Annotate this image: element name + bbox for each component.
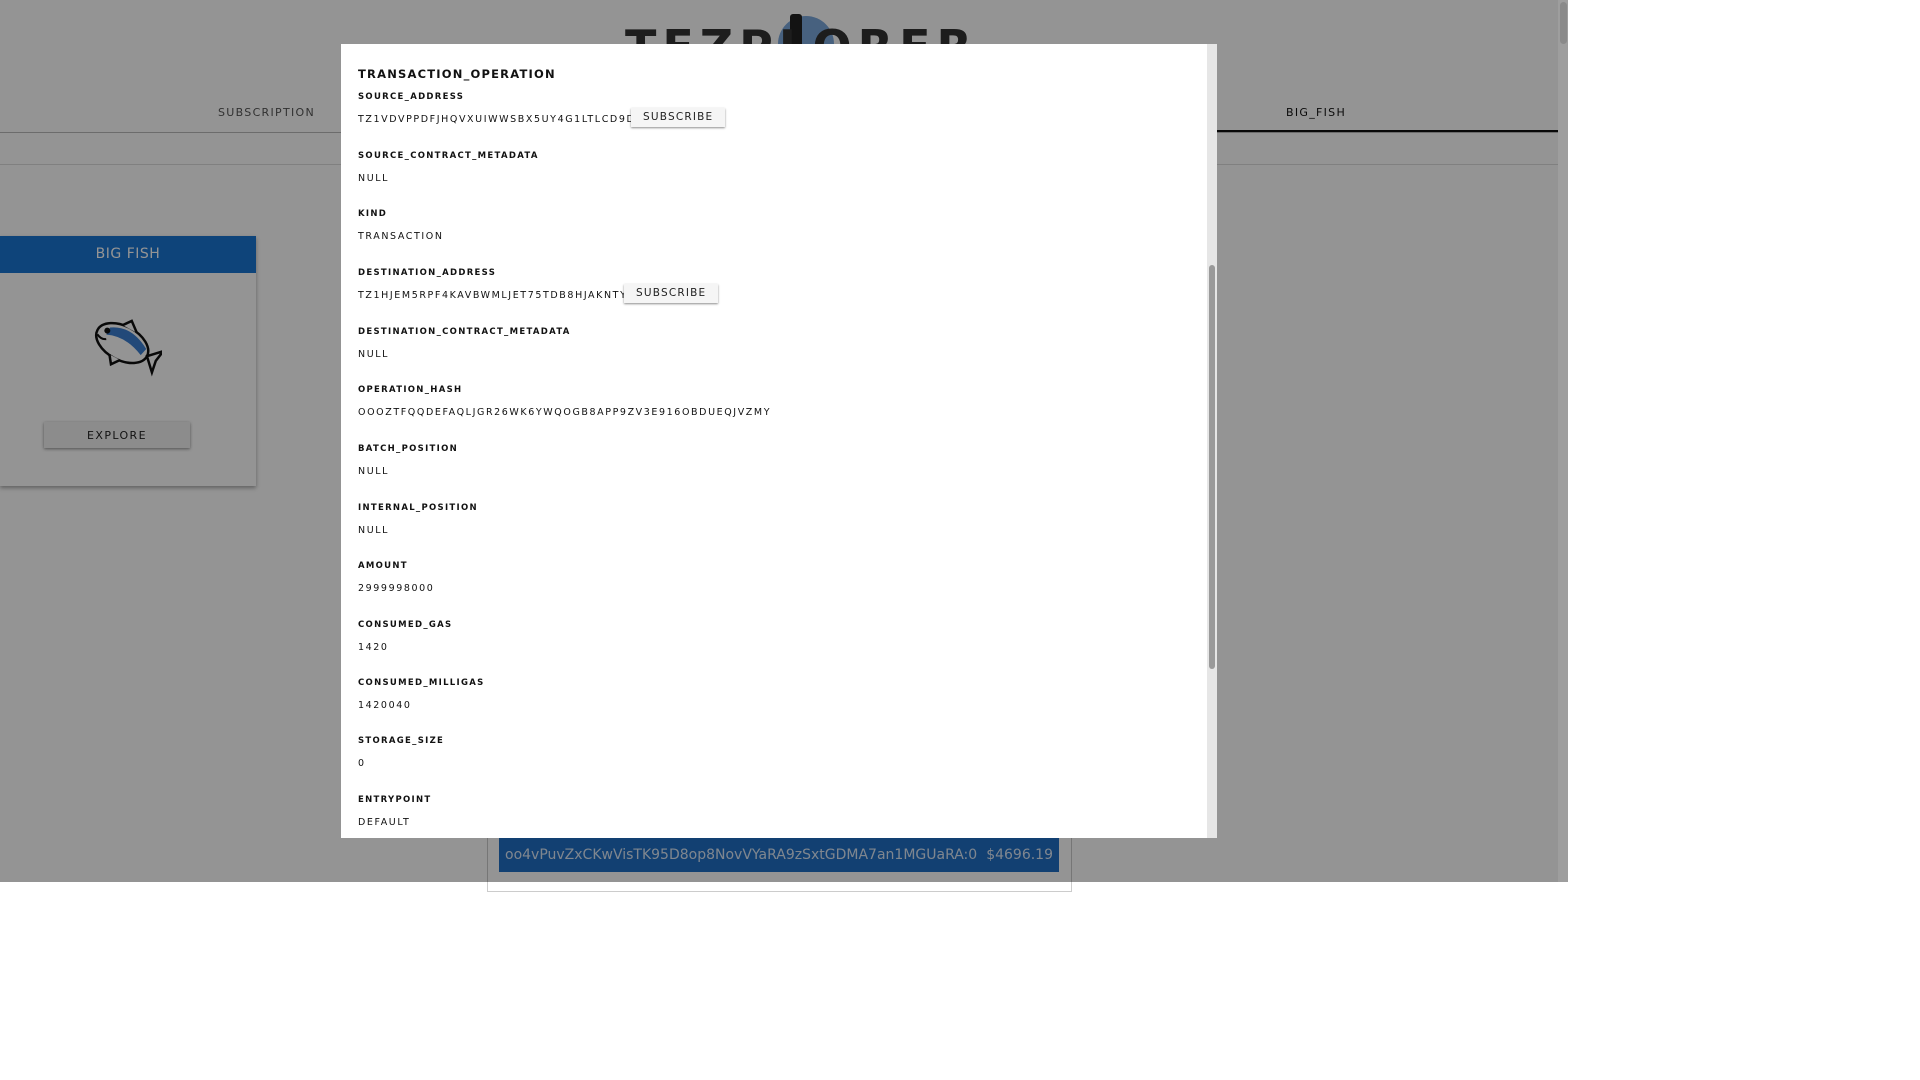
field-label: CONSUMED_MILLIGAS [358, 678, 485, 688]
field-value: DEFAULT [358, 817, 411, 828]
field-value: 0 [358, 758, 366, 769]
field-label: OPERATION_HASH [358, 385, 463, 395]
field-value: OOOZTFQQDEFAQLJGR26WK6YWQOGB8APP9ZV3E916… [358, 407, 772, 418]
field-label: SOURCE_ADDRESS [358, 92, 465, 102]
page-scrollbar-thumb[interactable] [1560, 2, 1567, 44]
field-label: STORAGE_SIZE [358, 736, 445, 746]
field-label: ENTRYPOINT [358, 795, 432, 805]
dialog-title: TRANSACTION_OPERATION [358, 67, 556, 81]
dialog-scrollbar-thumb[interactable] [1209, 265, 1215, 669]
field-label: AMOUNT [358, 561, 408, 571]
field-value: TRANSACTION [358, 231, 444, 242]
field-value: NULL [358, 173, 390, 184]
field-value: TZ1HJEM5RPF4KAVBWMLJET75TDB8HJAKNTYK [358, 290, 636, 301]
transaction-operation-dialog: TRANSACTION_OPERATION SOURCE_ADDRESS TZ1… [341, 44, 1217, 838]
field-label: INTERNAL_POSITION [358, 503, 478, 513]
field-label: BATCH_POSITION [358, 444, 459, 454]
subscribe-destination-button[interactable]: SUBSCRIBE [624, 284, 719, 303]
field-label: SOURCE_CONTRACT_METADATA [358, 151, 539, 161]
page-scrollbar[interactable] [1558, 0, 1568, 882]
field-value: TZ1VDVPPDFJHQVXUIWWSBX5UY4G1LTLCD9DR [358, 114, 644, 125]
field-label: DESTINATION_ADDRESS [358, 268, 497, 278]
field-value: NULL [358, 525, 390, 536]
field-value: NULL [358, 466, 390, 477]
field-value: 1420040 [358, 700, 412, 711]
field-value: 1420 [358, 642, 389, 653]
field-label: KIND [358, 209, 388, 219]
subscribe-source-button[interactable]: SUBSCRIBE [631, 108, 726, 127]
field-value: 2999998000 [358, 583, 435, 594]
field-label: CONSUMED_GAS [358, 620, 453, 630]
field-value: NULL [358, 349, 390, 360]
field-label: DESTINATION_CONTRACT_METADATA [358, 327, 571, 337]
